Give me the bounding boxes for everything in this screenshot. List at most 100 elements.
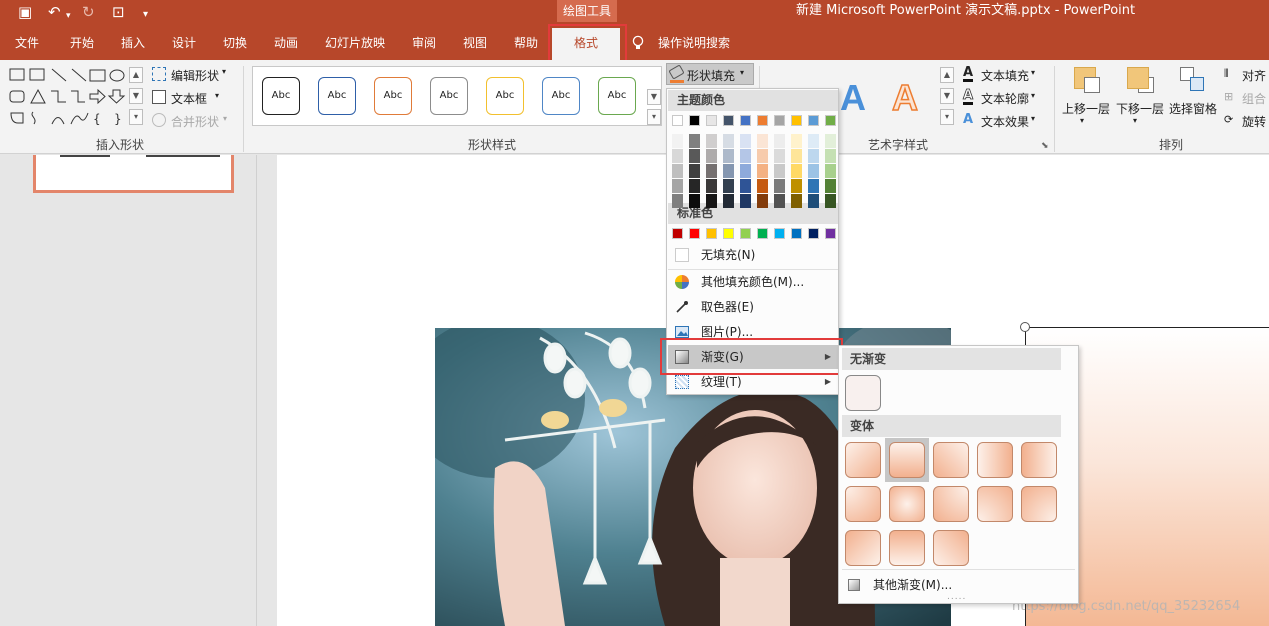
theme-shade-swatch[interactable]	[723, 194, 734, 208]
theme-color-swatch[interactable]	[757, 115, 768, 126]
theme-color-swatch[interactable]	[791, 115, 802, 126]
theme-shade-swatch[interactable]	[757, 194, 768, 208]
text-fill-button[interactable]: 文本填充	[981, 67, 1029, 84]
gradient-variant-linear-up-diagonal-2[interactable]	[933, 530, 969, 566]
theme-shade-swatch[interactable]	[740, 149, 751, 163]
rotate-button[interactable]: 旋转	[1242, 113, 1266, 130]
shape-gallery-up-arrow[interactable]: ▲	[129, 67, 143, 83]
theme-shade-swatch[interactable]	[825, 179, 836, 193]
standard-color-swatch[interactable]	[689, 228, 700, 239]
theme-shade-swatch[interactable]	[825, 164, 836, 178]
wordart-dialog-launcher-icon[interactable]: ⬊	[1041, 141, 1049, 151]
send-backward-dropdown-icon[interactable]: ▾	[1133, 116, 1137, 125]
theme-shade-swatch[interactable]	[672, 194, 683, 208]
text-effects-button[interactable]: 文本效果	[981, 113, 1029, 130]
gradient-variant-linear-up[interactable]	[889, 530, 925, 566]
bring-forward-dropdown-icon[interactable]: ▾	[1080, 116, 1084, 125]
undo-dropdown-icon[interactable]: ▾	[66, 7, 71, 25]
theme-shade-swatch[interactable]	[808, 164, 819, 178]
standard-color-swatch[interactable]	[723, 228, 734, 239]
theme-shade-swatch[interactable]	[740, 179, 751, 193]
wordart-gallery-up-arrow[interactable]: ▲	[940, 67, 954, 83]
theme-shade-swatch[interactable]	[706, 194, 717, 208]
theme-shade-swatch[interactable]	[791, 149, 802, 163]
merge-shapes-dropdown-icon[interactable]: ▾	[223, 114, 227, 123]
shape-style-preset-5[interactable]: Abc	[486, 77, 524, 115]
shape-gallery-down-arrow[interactable]: ▼	[129, 88, 143, 104]
text-effects-dropdown-icon[interactable]: ▾	[1031, 114, 1035, 123]
theme-color-swatch[interactable]	[740, 115, 751, 126]
tab-home[interactable]: 开始	[70, 33, 94, 53]
resize-grip-icon[interactable]: .....	[947, 592, 966, 602]
save-icon[interactable]: ▣	[18, 3, 32, 21]
shape-styles-expand-arrow[interactable]: ▾	[647, 109, 661, 125]
theme-shade-swatch[interactable]	[689, 149, 700, 163]
theme-shade-swatch[interactable]	[774, 179, 785, 193]
standard-color-swatch[interactable]	[791, 228, 802, 239]
tab-insert[interactable]: 插入	[121, 33, 145, 53]
theme-shade-swatch[interactable]	[672, 134, 683, 148]
wordart-style-orange[interactable]: A	[891, 77, 919, 119]
selection-pane-button[interactable]: 选择窗格	[1169, 100, 1217, 117]
theme-shade-swatch[interactable]	[791, 134, 802, 148]
shape-style-preset-2[interactable]: Abc	[318, 77, 356, 115]
eyedropper-item[interactable]: 取色器(E)	[668, 295, 838, 319]
theme-shade-swatch[interactable]	[791, 179, 802, 193]
theme-shade-swatch[interactable]	[774, 194, 785, 208]
no-gradient-swatch[interactable]	[845, 375, 881, 411]
tab-design[interactable]: 设计	[172, 33, 196, 53]
theme-shade-swatch[interactable]	[706, 134, 717, 148]
theme-shade-swatch[interactable]	[672, 179, 683, 193]
theme-color-swatch[interactable]	[825, 115, 836, 126]
tab-transitions[interactable]: 切换	[223, 33, 247, 53]
text-fill-dropdown-icon[interactable]: ▾	[1031, 68, 1035, 77]
tab-view[interactable]: 视图	[463, 33, 487, 53]
no-fill-item[interactable]: 无填充(N)	[668, 243, 838, 267]
theme-shade-swatch[interactable]	[689, 134, 700, 148]
standard-color-swatch[interactable]	[706, 228, 717, 239]
start-slideshow-icon[interactable]: ⊡	[112, 3, 125, 21]
theme-shade-swatch[interactable]	[706, 164, 717, 178]
shape-styles-down-arrow[interactable]: ▼	[647, 89, 661, 105]
gradient-variant-linear-right[interactable]	[977, 442, 1013, 478]
theme-shade-swatch[interactable]	[672, 149, 683, 163]
tab-slideshow[interactable]: 幻灯片放映	[325, 33, 385, 53]
shape-style-preset-3[interactable]: Abc	[374, 77, 412, 115]
theme-shade-swatch[interactable]	[706, 149, 717, 163]
theme-color-swatch[interactable]	[774, 115, 785, 126]
standard-color-swatch[interactable]	[774, 228, 785, 239]
shape-fill-dropdown-icon[interactable]: ▾	[740, 68, 744, 77]
theme-shade-swatch[interactable]	[740, 194, 751, 208]
wordart-style-blue[interactable]: A	[840, 78, 866, 118]
shape-style-preset-6[interactable]: Abc	[542, 77, 580, 115]
shape-gallery[interactable]: {}	[8, 66, 148, 128]
theme-shade-swatch[interactable]	[825, 149, 836, 163]
gradient-variant-linear-diagonal-1[interactable]	[845, 442, 881, 478]
standard-color-swatch[interactable]	[740, 228, 751, 239]
theme-shade-swatch[interactable]	[774, 164, 785, 178]
theme-shade-swatch[interactable]	[723, 134, 734, 148]
theme-shade-swatch[interactable]	[723, 164, 734, 178]
theme-shade-swatch[interactable]	[774, 134, 785, 148]
text-outline-button[interactable]: 文本轮廓	[981, 90, 1029, 107]
wordart-gallery-expand-arrow[interactable]: ▾	[940, 109, 954, 125]
shape-gallery-expand-arrow[interactable]: ▾	[129, 109, 143, 125]
text-box-dropdown-icon[interactable]: ▾	[215, 91, 219, 100]
theme-color-swatch[interactable]	[723, 115, 734, 126]
shape-style-preset-7[interactable]: Abc	[598, 77, 636, 115]
gradient-variant-from-bottom-right[interactable]	[1021, 486, 1057, 522]
edit-shape-button[interactable]: 编辑形状	[171, 67, 219, 84]
redo-icon[interactable]: ↻	[82, 3, 95, 21]
tab-help[interactable]: 帮助	[514, 33, 538, 53]
gradient-variant-from-center[interactable]	[889, 486, 925, 522]
slide-thumbnail[interactable]	[33, 155, 234, 193]
theme-color-swatch[interactable]	[808, 115, 819, 126]
theme-shade-swatch[interactable]	[808, 149, 819, 163]
tab-file[interactable]: 文件	[15, 33, 39, 53]
theme-shade-swatch[interactable]	[723, 179, 734, 193]
align-button[interactable]: 对齐	[1242, 67, 1266, 84]
theme-shade-swatch[interactable]	[723, 149, 734, 163]
text-box-button[interactable]: 文本框	[171, 90, 207, 107]
theme-shade-swatch[interactable]	[757, 179, 768, 193]
group-button[interactable]: 组合	[1242, 90, 1266, 107]
